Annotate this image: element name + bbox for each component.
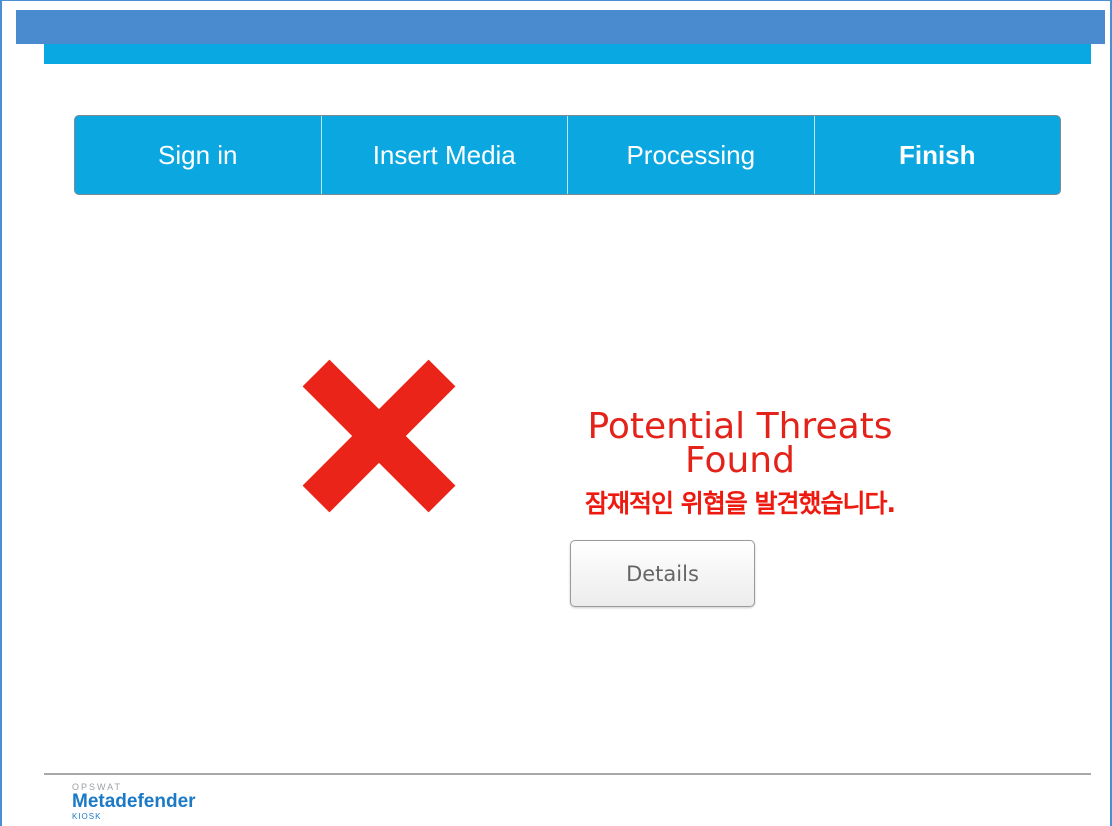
progress-steps: Sign in Insert Media Processing Finish: [74, 115, 1061, 195]
footer-divider: [44, 773, 1091, 775]
result-korean-message: 잠재적인 위협을 발견했습니다.: [585, 489, 896, 518]
metadefender-logo: OPSWAT Metadefender KIOSK: [72, 782, 196, 821]
window-title-bar: [16, 10, 1105, 44]
step-finish: Finish: [898, 139, 976, 170]
x-mark-icon: [302, 359, 456, 513]
header-accent-bar: [44, 44, 1091, 64]
logo-product: Metadefender: [72, 791, 196, 812]
step-sign-in: Sign in: [75, 116, 322, 194]
details-button[interactable]: Details: [570, 540, 755, 607]
step-insert-media: Insert Media: [322, 116, 568, 194]
result-title-line1: Potential Threats: [587, 406, 893, 447]
result-title: Potential Threats Found: [520, 406, 960, 481]
logo-edition: KIOSK: [72, 812, 102, 821]
step-processing: Processing: [568, 116, 815, 194]
scan-result: Potential Threats Found 잠재적인 위협을 발견했습니다.: [520, 406, 960, 520]
result-title-line2: Found: [685, 440, 795, 481]
